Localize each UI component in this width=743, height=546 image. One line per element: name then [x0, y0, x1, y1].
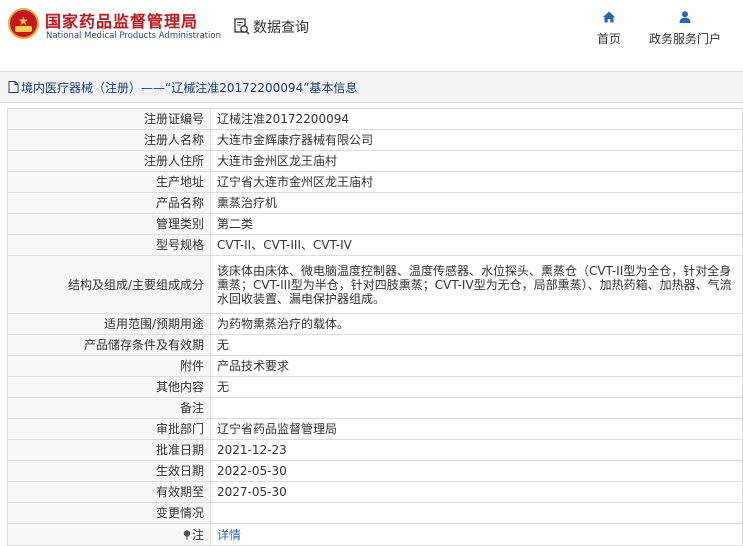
row-label: 审批部门 — [7, 418, 211, 440]
row-label: 附件 — [7, 355, 211, 377]
table-row: 注册人住所 大连市金州区龙王庙村 — [7, 150, 743, 172]
row-value: 辽宁省药品监督管理局 — [210, 418, 743, 440]
table-row: 备注 — [7, 397, 743, 419]
site-header: ★ 国家药品监督管理局 National Medical Products Ad… — [0, 0, 743, 62]
detail-title-bar: 境内医疗器械（注册）——“辽械注准20172200094”基本信息 — [0, 71, 743, 103]
row-label: 备注 — [7, 397, 211, 419]
table-row: 其他内容无 — [7, 376, 743, 398]
row-value: 大连市金辉康疗器械有限公司 — [210, 129, 743, 151]
document-icon — [8, 81, 19, 93]
table-row: 变更情况 — [7, 502, 743, 524]
row-label: 其他内容 — [7, 376, 211, 398]
nav-home-label: 首页 — [596, 32, 621, 46]
row-label: 注册证编号 — [7, 108, 211, 130]
row-value: 该床体由床体、微电脑温度控制器、温度传感器、水位探头、熏蒸仓（CVT-II型为全… — [210, 255, 743, 314]
table-row: 适用范围/预期用途 为药物熏蒸治疗的载体。 — [7, 313, 743, 335]
row-label: 产品储存条件及有效期 — [7, 334, 211, 356]
nav-service-portal-label: 政务服务门户 — [648, 32, 721, 46]
row-value: 2021-12-23 — [210, 439, 743, 461]
row-label-note: 注 — [7, 523, 211, 546]
table-row: 有效期至 2027-05-30 — [7, 481, 743, 503]
row-label: 生产地址 — [7, 171, 211, 193]
row-value: 第二类 — [210, 213, 743, 235]
row-value: CVT-II、CVT-III、CVT-IV — [210, 234, 743, 256]
row-value — [210, 397, 743, 419]
nav-service-portal[interactable]: 政务服务门户 — [645, 10, 725, 47]
table-row: 注 详情 — [7, 523, 743, 546]
row-label: 型号规格 — [7, 234, 211, 256]
data-query-label: 数据查询 — [253, 20, 309, 36]
row-value: 2022-05-30 — [210, 460, 743, 482]
row-label: 管理类别 — [7, 213, 211, 235]
row-label: 有效期至 — [7, 481, 211, 503]
row-value: 2027-05-30 — [210, 481, 743, 503]
row-label: 变更情况 — [7, 502, 211, 524]
pin-icon — [183, 529, 191, 540]
row-label: 适用范围/预期用途 — [7, 313, 211, 335]
row-label: 注册人名称 — [7, 129, 211, 151]
emblem-base-shape — [15, 26, 32, 32]
row-value: 辽宁省大连市金州区龙王庙村 — [210, 171, 743, 193]
table-row: 批准日期 2021-12-23 — [7, 439, 743, 461]
detail-title: 境内医疗器械（注册）——“辽械注准20172200094”基本信息 — [21, 80, 358, 95]
row-value: 无 — [210, 334, 743, 356]
nav-home[interactable]: 首页 — [569, 10, 649, 47]
details-link[interactable]: 详情 — [217, 528, 241, 542]
data-query-link[interactable]: 数据查询 — [233, 16, 309, 38]
table-row: 注册人名称 大连市金辉康疗器械有限公司 — [7, 129, 743, 151]
row-value: 辽械注准20172200094 — [210, 108, 743, 130]
note-label: 注 — [191, 527, 204, 542]
table-row: 生效日期 2022-05-30 — [7, 460, 743, 482]
table-row: 注册证编号 辽械注准20172200094 — [7, 108, 743, 130]
row-label: 注册人住所 — [7, 150, 211, 172]
site-title-cn[interactable]: 国家药品监督管理局 — [45, 8, 198, 32]
row-value: 无 — [210, 376, 743, 398]
emblem-logo[interactable]: ★ — [8, 8, 39, 39]
table-row: 附件 产品技术要求 — [7, 355, 743, 377]
row-label: 结构及组成/主要组成成分 — [7, 255, 211, 314]
row-value — [210, 502, 743, 524]
table-row: 审批部门 辽宁省药品监督管理局 — [7, 418, 743, 440]
row-value: 熏蒸治疗机 — [210, 192, 743, 214]
user-icon — [679, 11, 691, 23]
home-icon — [603, 11, 615, 23]
row-label: 批准日期 — [7, 439, 211, 461]
table-row: 型号规格 CVT-II、CVT-III、CVT-IV — [7, 234, 743, 256]
row-value: 产品技术要求 — [210, 355, 743, 377]
table-row: 管理类别 第二类 — [7, 213, 743, 235]
table-row: 结构及组成/主要组成成分 该床体由床体、微电脑温度控制器、温度传感器、水位探头、熏… — [7, 255, 743, 314]
table-row: 产品名称 熏蒸治疗机 — [7, 192, 743, 214]
table-row: 产品储存条件及有效期无 — [7, 334, 743, 356]
site-title-en: National Medical Products Administration — [46, 31, 221, 41]
row-value: 为药物熏蒸治疗的载体。 — [210, 313, 743, 335]
row-label: 产品名称 — [7, 192, 211, 214]
registration-detail-table: 注册证编号 辽械注准20172200094 注册人名称 大连市金辉康疗器械有限公司 … — [7, 108, 743, 546]
search-doc-icon — [234, 18, 250, 35]
table-row: 生产地址 辽宁省大连市金州区龙王庙村 — [7, 171, 743, 193]
row-label: 生效日期 — [7, 460, 211, 482]
row-value: 大连市金州区龙王庙村 — [210, 150, 743, 172]
row-value-note: 详情 — [210, 523, 743, 546]
